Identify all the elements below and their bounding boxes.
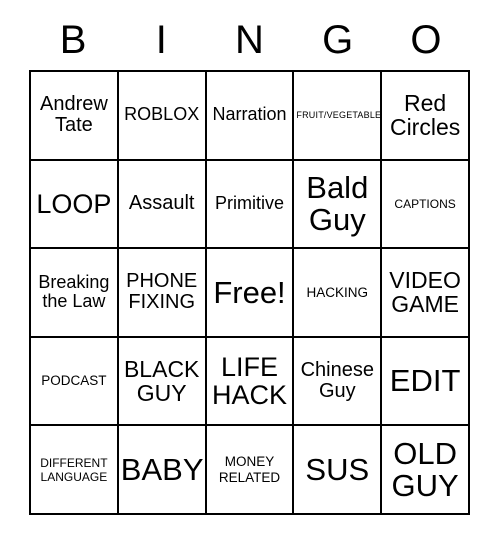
bingo-cell[interactable]: Breaking the Law [31, 249, 119, 338]
bingo-cell[interactable]: PHONE FIXING [118, 249, 207, 338]
bingo-cell[interactable]: HACKING [294, 249, 383, 338]
bingo-cell-label: PHONE FIXING [126, 269, 198, 314]
bingo-cell[interactable]: SUS [294, 426, 383, 515]
bingo-cell-label: DIFFERENT LANGUAGE [40, 455, 108, 484]
bingo-cell-label: EDIT [389, 363, 461, 399]
bingo-cell-label: CAPTIONS [394, 196, 456, 211]
bingo-cell-label: PODCAST [41, 373, 107, 389]
bingo-cell[interactable]: Assault [118, 160, 207, 250]
bingo-cell-label: BABY [120, 451, 204, 487]
bingo-cell-label: Breaking the Law [38, 271, 110, 312]
bingo-cell-label: Bald Guy [306, 170, 369, 237]
header-letter-o: O [410, 18, 442, 62]
bingo-cell[interactable]: CAPTIONS [382, 160, 470, 250]
bingo-grid: Andrew Tate ROBLOX Narration FRUIT/VEGETABL… [29, 70, 470, 515]
bingo-cell-label: Free! [213, 274, 286, 310]
bingo-cell-label: Andrew Tate [39, 92, 108, 137]
bingo-cell[interactable]: Andrew Tate [31, 72, 119, 161]
bingo-cell-label: MONEY RELATED [218, 453, 281, 485]
bingo-cell[interactable]: OLD GUY [382, 426, 470, 515]
bingo-cell-label: LIFE HACK [211, 352, 287, 411]
header-letter-b: B [59, 18, 87, 62]
bingo-cell-label: LOOP [36, 188, 112, 219]
bingo-cell[interactable]: BABY [118, 426, 207, 515]
bingo-cell[interactable]: LIFE HACK [206, 337, 295, 427]
bingo-cell[interactable]: FRUIT/VEGETABLE [294, 72, 383, 161]
bingo-cell[interactable]: EDIT [382, 337, 470, 427]
bingo-cell-label: BLACK GUY [123, 355, 200, 407]
bingo-cell[interactable]: Primitive [206, 160, 295, 250]
bingo-cell[interactable]: BLACK GUY [118, 337, 207, 427]
bingo-cell[interactable]: Red Circles [382, 72, 470, 161]
header-letter-n: N [235, 18, 264, 62]
bingo-cell-label: Primitive [214, 192, 284, 213]
bingo-cell[interactable]: VIDEO GAME [382, 249, 470, 338]
bingo-free-space[interactable]: Free! [206, 249, 295, 338]
bingo-cell-label: HACKING [306, 284, 369, 300]
bingo-cell[interactable]: DIFFERENT LANGUAGE [31, 426, 119, 515]
bingo-cell[interactable]: Narration [206, 72, 295, 161]
bingo-cell[interactable]: PODCAST [31, 337, 119, 427]
bingo-cell-label: VIDEO GAME [389, 267, 461, 318]
bingo-cell-label: Red Circles [389, 89, 461, 141]
header-letter-i: I [155, 18, 167, 62]
bingo-cell-label: Assault [128, 192, 195, 215]
bingo-cell-label: SUS [305, 451, 370, 487]
bingo-cell[interactable]: LOOP [31, 160, 119, 250]
header-letter-g: G [322, 18, 354, 62]
bingo-cell[interactable]: ROBLOX [118, 72, 207, 161]
bingo-cell[interactable]: MONEY RELATED [206, 426, 295, 515]
bingo-cell-label: FRUIT/VEGETABLE [296, 110, 382, 121]
bingo-cell-label: OLD GUY [391, 436, 459, 503]
bingo-cell-label: Chinese Guy [300, 358, 374, 403]
bingo-card: B I N G O Andrew Tate ROBLOX Narration FRUI… [0, 0, 500, 544]
bingo-cell[interactable]: Bald Guy [294, 160, 383, 250]
bingo-cell[interactable]: Chinese Guy [294, 337, 383, 427]
bingo-cell-label: ROBLOX [124, 104, 200, 125]
bingo-header-row: B I N G O [29, 14, 470, 66]
bingo-cell-label: Narration [212, 104, 287, 125]
